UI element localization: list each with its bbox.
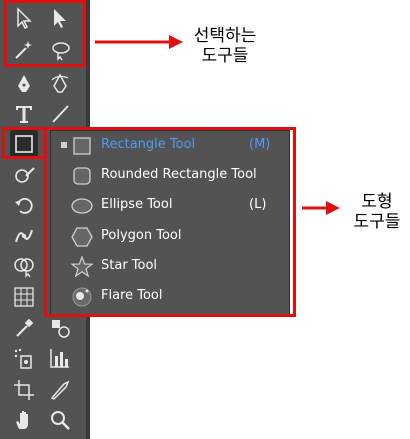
slice-tool[interactable] [46,376,74,404]
perspective-grid-tool-icon [14,287,34,307]
curvature-tool[interactable] [46,70,74,98]
column-graph-tool[interactable] [46,344,74,372]
shape-builder-tool-icon [14,258,34,278]
hand-tool-icon [16,411,28,429]
width-tool-icon [15,229,33,243]
column-graph-tool-icon [50,349,69,368]
arrow-to-selection-label [95,35,183,49]
hand-tool[interactable] [10,406,38,434]
symbol-sprayer-tool-icon [14,348,32,369]
shaper-tool[interactable] [10,162,38,190]
selection-tools-highlight [4,0,86,67]
pen-tool-icon [18,75,30,92]
shape-tools-annotation: 도형 도구들 [353,192,401,232]
curvature-tool-icon [51,73,69,93]
shape-builder-tool[interactable] [10,252,38,280]
rotate-tool[interactable] [10,192,38,220]
eyedropper-tool[interactable] [10,314,38,342]
artboard-tool-icon [14,380,34,400]
blend-tool[interactable] [46,314,74,342]
rectangle-tool-highlight [2,127,46,159]
slice-tool-icon [50,380,70,400]
perspective-grid-tool[interactable] [10,283,38,311]
shape-tools-highlight [44,127,296,317]
width-tool[interactable] [10,222,38,250]
pen-tool[interactable] [10,70,38,98]
type-tool[interactable] [10,100,38,128]
line-segment-tool[interactable] [46,100,74,128]
selection-tools-annotation: 선택하는 도구들 [193,26,257,66]
line-segment-tool-icon [52,105,69,123]
artboard-tool[interactable] [10,376,38,404]
symbol-sprayer-tool[interactable] [10,344,38,372]
type-tool-icon [16,106,32,123]
zoom-tool-icon [51,411,70,430]
paintbrush-tool-icon [15,167,35,183]
arrow-to-shape-label [302,201,340,215]
symbol-sprayer-tool-icon [52,320,70,338]
eyedropper-tool-icon [16,318,34,337]
zoom-tool[interactable] [46,406,74,434]
rotate-tool-icon [15,197,33,214]
